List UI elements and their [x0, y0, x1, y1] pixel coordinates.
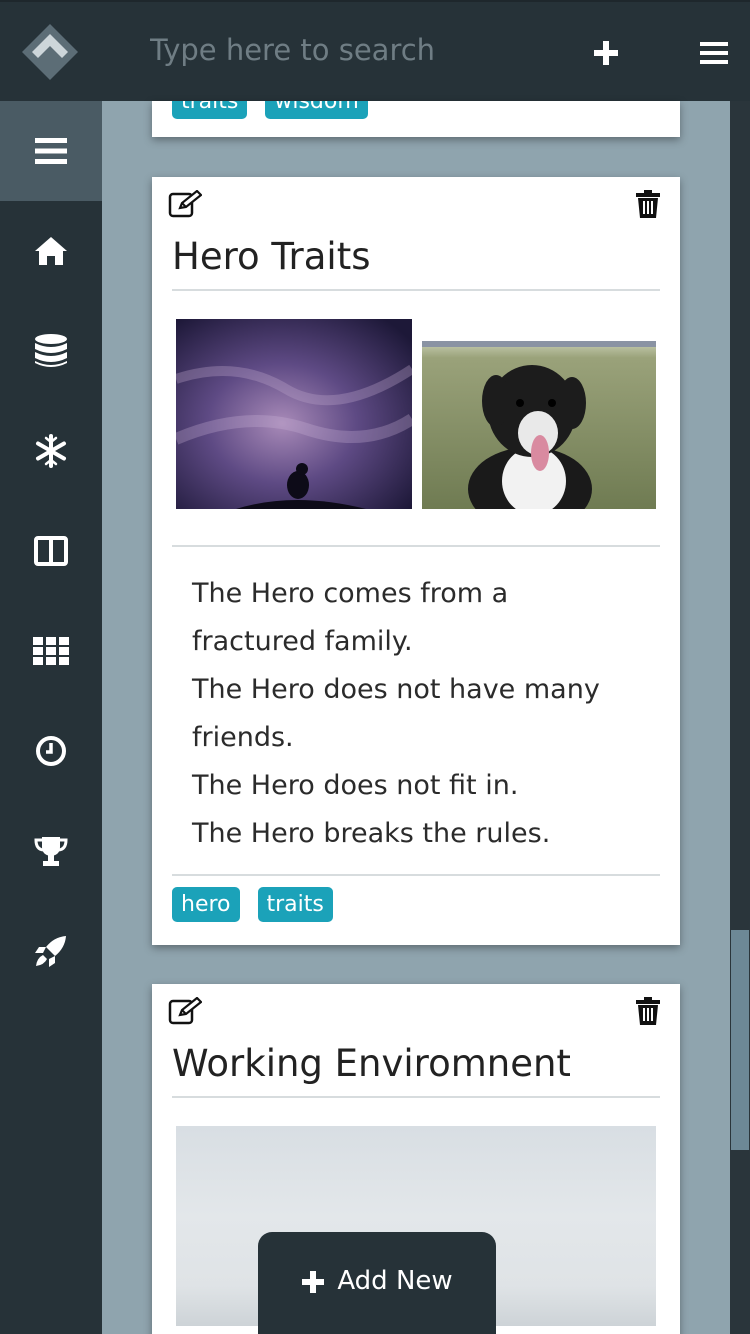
clock-icon: [36, 736, 66, 766]
menu-icon[interactable]: [700, 41, 728, 65]
sidebar-item-trophy[interactable]: [0, 801, 102, 901]
plus-icon: [302, 1271, 325, 1293]
sidebar-item-snowflake[interactable]: [0, 401, 102, 501]
body-line: The Hero comes from a: [192, 578, 509, 609]
tag-badge[interactable]: traits: [257, 887, 333, 922]
divider: [172, 874, 660, 876]
app-frame: traits wisdom Hero Traits: [0, 0, 750, 1334]
note-card: Hero Traits The Hero comes from a fractu…: [152, 177, 680, 945]
sidebar-item-database[interactable]: [0, 301, 102, 401]
body-line: The Hero does not have many: [192, 674, 600, 705]
edit-icon[interactable]: [168, 190, 202, 218]
sidebar-item-columns[interactable]: [0, 501, 102, 601]
add-icon[interactable]: [592, 39, 620, 67]
scrollbar-thumb[interactable]: [731, 930, 749, 1150]
divider: [172, 289, 660, 291]
dog-in-field-image: [422, 341, 656, 509]
grid-icon: [33, 637, 69, 665]
trophy-icon: [34, 837, 68, 866]
add-new-button[interactable]: Add New: [258, 1232, 496, 1334]
card-title: Working Enviromnent: [172, 1042, 571, 1085]
database-icon: [35, 334, 67, 367]
trash-icon[interactable]: [636, 997, 660, 1025]
divider: [172, 545, 660, 547]
body-line: fractured family.: [192, 626, 413, 657]
menu-icon: [35, 138, 67, 164]
sidebar-item-menu[interactable]: [0, 101, 102, 201]
note-card: traits wisdom: [152, 101, 680, 137]
columns-icon: [34, 536, 68, 566]
sidebar-item-home[interactable]: [0, 201, 102, 301]
search-input[interactable]: [150, 28, 550, 72]
tag-list: traits wisdom: [172, 101, 386, 119]
sky-silhouette-image[interactable]: [176, 319, 412, 509]
card-title: Hero Traits: [172, 235, 371, 278]
body-line: friends.: [192, 722, 294, 753]
body-line: The Hero breaks the rules.: [192, 818, 551, 849]
tag-list: hero traits: [172, 887, 351, 922]
body-line: The Hero does not fit in.: [192, 770, 519, 801]
tag-badge[interactable]: wisdom: [265, 101, 368, 119]
add-new-label: Add New: [337, 1266, 453, 1296]
tag-badge[interactable]: hero: [172, 887, 240, 922]
sidebar-item-grid[interactable]: [0, 601, 102, 701]
sidebar-item-history[interactable]: [0, 701, 102, 801]
tag-badge[interactable]: traits: [172, 101, 248, 119]
sidebar: [0, 101, 102, 1334]
dog-in-field-image[interactable]: [422, 341, 656, 509]
edit-icon[interactable]: [168, 997, 202, 1025]
trash-icon[interactable]: [636, 190, 660, 218]
sidebar-item-rocket[interactable]: [0, 901, 102, 1001]
top-bar: [0, 0, 750, 101]
app-logo-icon[interactable]: [20, 22, 80, 82]
snowflake-icon: [36, 434, 66, 468]
divider: [172, 1096, 660, 1098]
card-body: The Hero comes from a fractured family. …: [192, 570, 662, 858]
rocket-icon: [35, 936, 66, 967]
home-icon: [35, 237, 67, 265]
sky-silhouette-image: [176, 319, 412, 509]
